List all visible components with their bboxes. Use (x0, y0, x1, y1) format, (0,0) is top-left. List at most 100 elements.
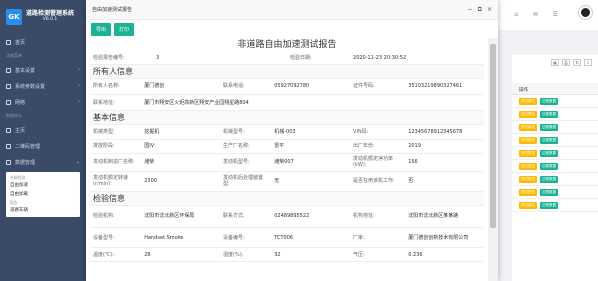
cell-value: 机械-003 (271, 125, 351, 140)
table-row: 发动机制造厂名称: 潍柴 发动机型号: 潍柴007 发动机额定净功率(kW): 156 (90, 153, 484, 172)
submenu-item-free-accel[interactable]: 自由加速 (6, 181, 80, 190)
maximize-icon[interactable]: ⧉ (478, 6, 482, 14)
sidebar-item-qrcode[interactable]: 二维码管理 (0, 138, 86, 154)
user-icon[interactable]: ☰ (553, 11, 558, 18)
cell-label: 机械型号: (220, 125, 272, 140)
home-icon (6, 39, 11, 45)
process-data-button[interactable]: 过程数据 (540, 136, 558, 144)
table-row: 测试报告 过程数据 (512, 134, 598, 147)
test-report-button[interactable]: 测试报告 (519, 110, 537, 118)
process-data-button[interactable]: 过程数据 (540, 123, 558, 131)
test-report-button[interactable]: 测试报告 (519, 97, 537, 105)
table-row: 测试报告 过程数据 (512, 186, 598, 199)
cell-label: 发动机制造厂名称: (90, 153, 142, 172)
test-report-button[interactable]: 测试报告 (519, 188, 537, 196)
process-data-button[interactable]: 过程数据 (540, 162, 558, 170)
avatar[interactable] (579, 6, 592, 19)
sidebar-group-label: 数据统计 (6, 113, 22, 118)
cell-value: 35103219890327461 (405, 78, 484, 95)
sidebar-item-main[interactable]: 主页 (0, 122, 86, 138)
test-report-button[interactable]: 测试报告 (519, 162, 537, 170)
process-data-button[interactable]: 过程数据 (540, 110, 558, 118)
report-date-value: 2020-11-23 20:30:52 (350, 52, 484, 65)
section-owner: 所有人信息 (90, 64, 484, 79)
cell-label: 发动机额定转速(r/min): (90, 171, 142, 192)
test-report-button[interactable]: 测试报告 (519, 123, 537, 131)
cell-value: TCT006 (271, 227, 351, 248)
qr-icon (6, 143, 11, 149)
test-report-button[interactable]: 测试报告 (519, 175, 537, 183)
process-data-button[interactable]: 过程数据 (540, 97, 558, 105)
cell-value: 28 (141, 247, 221, 262)
process-data-button[interactable]: 过程数据 (540, 188, 558, 196)
sidebar-item-network[interactable]: 网络 › (0, 94, 86, 110)
test-report-button[interactable]: 测试报告 (519, 136, 537, 144)
cell-value: 2300 (141, 171, 221, 192)
owner-table: 所有人名称: 厦门德创 联系电话: 05927092780 证件号码: 351032198… (90, 78, 484, 111)
process-data-button[interactable]: 过程数据 (540, 201, 558, 209)
process-data-button[interactable]: 过程数据 (540, 175, 558, 183)
print-icon[interactable]: ⎙ (562, 59, 570, 66)
message-icon[interactable]: ✉ (533, 11, 538, 18)
export-icon[interactable]: ⇩ (584, 59, 592, 66)
report-no-value: 3 (153, 52, 287, 65)
sidebar: GK 道路检测管理系统 V6.0.1 首页 功能菜单 基本设置 › 系统参数设置 ›… (0, 0, 86, 281)
cell-value: 02489895522 (271, 205, 351, 228)
cell-value: 无 (271, 171, 351, 192)
submenu-group-label: 报告 (10, 200, 18, 205)
app-version: V6.0.1 (42, 17, 58, 22)
table-row: 测试报告 过程数据 (512, 108, 598, 121)
cell-label: 温度(℃): (90, 247, 142, 262)
cell-value: 潍柴007 (271, 153, 351, 172)
export-button[interactable]: 导出 (91, 22, 112, 36)
table-row: 测试报告 过程数据 (512, 147, 598, 160)
cell-value: 厦门德创 (141, 78, 221, 95)
cell-value: 05927092780 (271, 78, 351, 95)
cell-value: 厦门市翔安区火炬高新区翔安产业园翔星路804 (141, 94, 484, 111)
cell-value: 挖掘机 (141, 125, 221, 140)
basic-table: 机械类型: 挖掘机 机械型号: 机械-003 VIN码: 1234567891234567… (90, 125, 484, 192)
sidebar-item-home[interactable]: 首页 (0, 34, 86, 50)
table-row: 测试报告 过程数据 (512, 199, 598, 212)
app-root: GK 道路检测管理系统 V6.0.1 首页 功能菜单 基本设置 › 系统参数设置 ›… (0, 0, 598, 281)
cell-value: 156 (405, 153, 484, 172)
cell-label: 检验机构: (90, 205, 142, 228)
minimize-icon[interactable]: − (468, 6, 473, 14)
sidebar-group-label: 功能菜单 (6, 53, 22, 58)
print-button[interactable]: 打印 (114, 22, 135, 36)
cell-value: 12345678912345678 (405, 125, 484, 140)
process-data-button[interactable]: 过程数据 (540, 149, 558, 157)
scrollbar-thumb[interactable] (490, 44, 496, 228)
close-icon[interactable]: × (487, 6, 492, 14)
submenu-group-label: 车辆检测 (10, 175, 26, 180)
home-icon[interactable]: ⌂ (514, 11, 518, 18)
submenu-item-road-vehicle[interactable]: 道路车辆 (6, 206, 80, 215)
table-icon[interactable]: ▦ (551, 59, 559, 66)
table-rows: 测试报告 过程数据 测试报告 过程数据 测试报告 过程数据 测试报告 过程数据 测试报告 过程数据… (512, 95, 598, 212)
test-table: 检验机构: 沈阳市沈北新区环保局 联系方式: 02489895522 机构地址: 沈阳市沈… (90, 205, 484, 262)
table-row: 测试报告 过程数据 (512, 160, 598, 173)
section-test: 检验信息 (90, 191, 484, 206)
cell-label: 出厂年份: (350, 139, 406, 154)
test-report-button[interactable]: 测试报告 (519, 149, 537, 157)
cell-label: 设备型号: (90, 227, 142, 248)
sidebar-item-basic-settings[interactable]: 基本设置 › (0, 62, 86, 78)
cell-label: 厂家: (350, 227, 406, 248)
cell-label: 证件号码: (350, 78, 406, 95)
scrollbar[interactable] (488, 38, 498, 281)
chevron-right-icon: › (78, 67, 80, 73)
cell-value: 厦门德创创新技术有限公司 (405, 227, 484, 248)
sidebar-item-system-params[interactable]: 系统参数设置 › (0, 78, 86, 94)
refresh-icon[interactable]: ↻ (573, 59, 581, 66)
submenu-item-free-load[interactable]: 自由加载 (6, 190, 80, 199)
table-row: 机械类型: 挖掘机 机械型号: 机械-003 VIN码: 1234567891234567… (90, 125, 484, 140)
test-report-button[interactable]: 测试报告 (519, 201, 537, 209)
dialog-toolbar: 导出 打印 (86, 20, 498, 38)
cell-value: 2019 (405, 139, 484, 154)
cell-label: 生产厂名称: (220, 139, 272, 154)
dialog-titlebar[interactable]: 自由加速测试报告 − ⧉ × (86, 0, 498, 20)
sidebar-item-data[interactable]: 数据管理 ⌄ (0, 154, 86, 170)
cell-value: 雷平 (271, 139, 351, 154)
chevron-right-icon: › (78, 99, 80, 105)
report-date-label: 检验日期: (286, 52, 351, 65)
